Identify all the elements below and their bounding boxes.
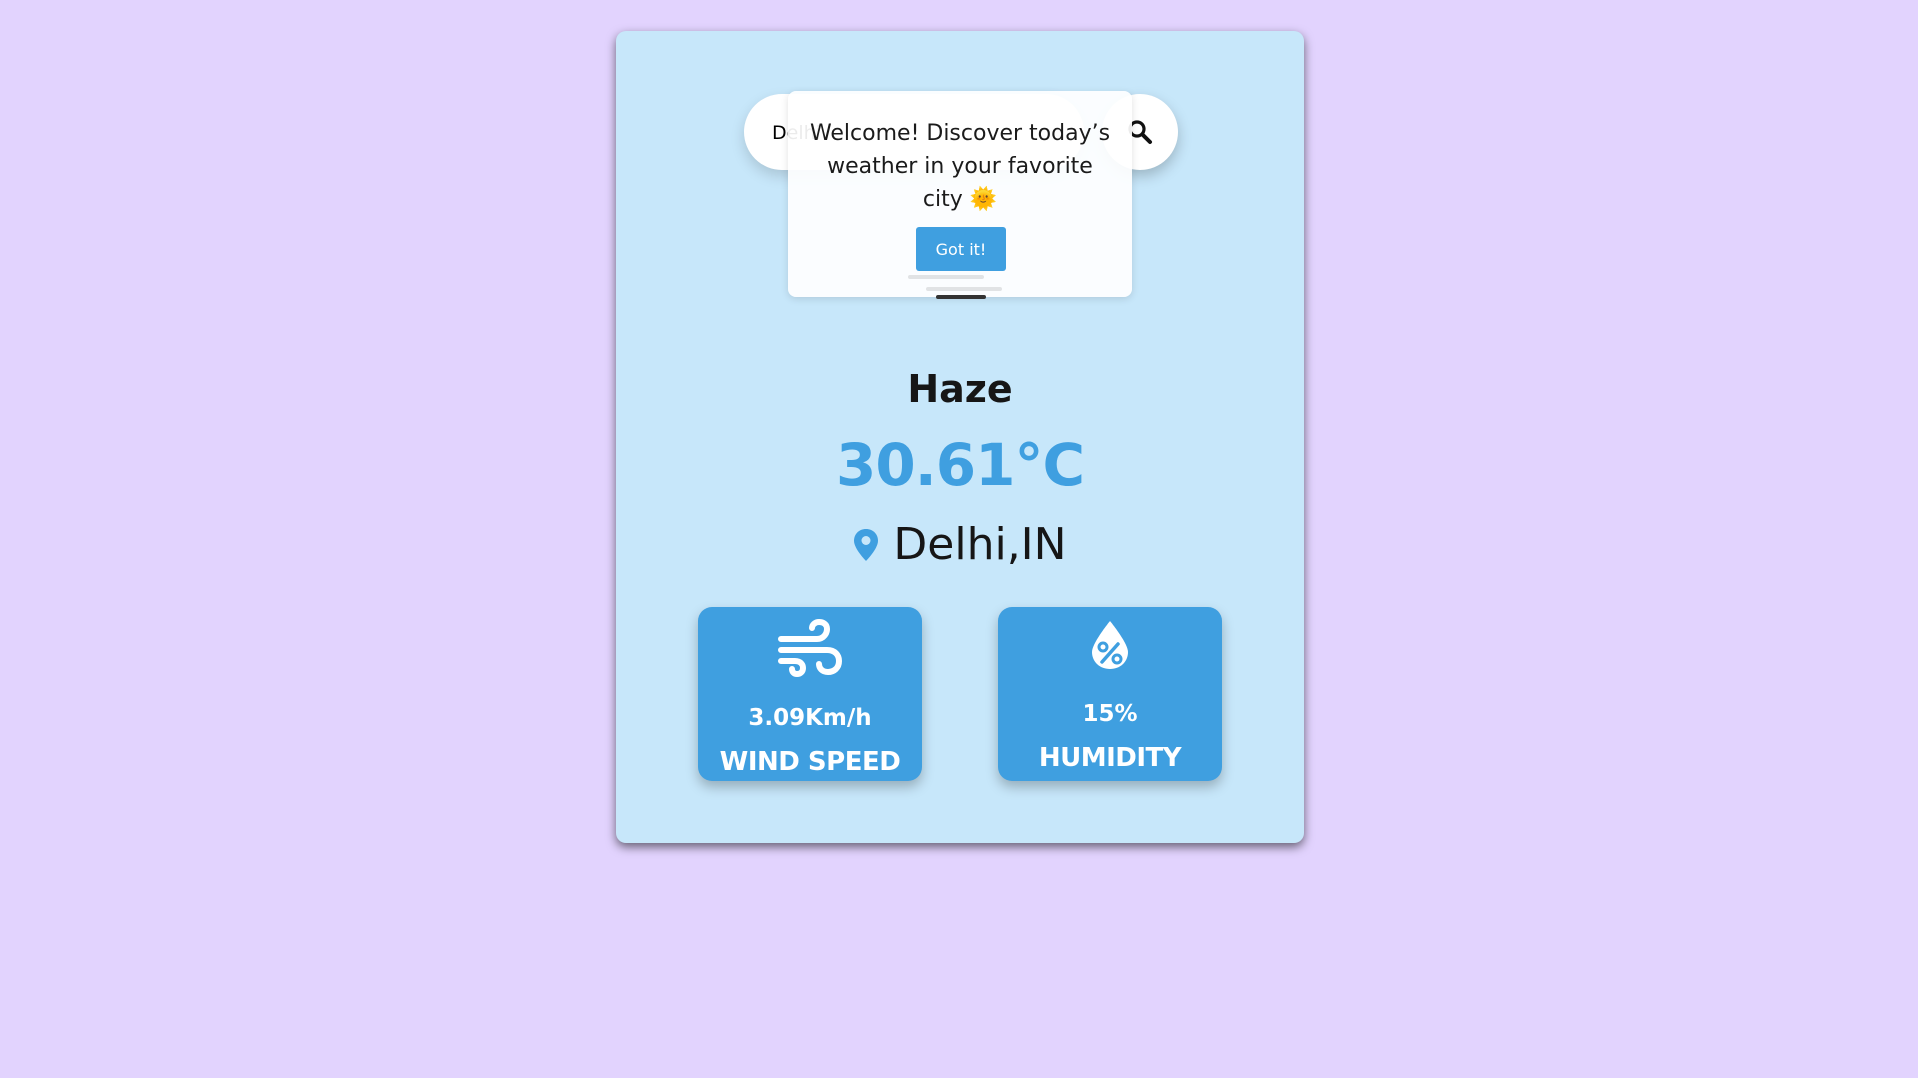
- humidity-value: 15%: [1082, 701, 1138, 727]
- weather-condition: Haze: [907, 367, 1013, 411]
- wind-speed-label: WIND SPEED: [719, 747, 901, 777]
- wind-icon: [778, 619, 843, 677]
- wind-speed-value: 3.09Km/h: [748, 705, 872, 731]
- humidity-drop-icon: [1092, 621, 1128, 669]
- wind-icon-wrap: [698, 619, 922, 677]
- wind-speed-card: 3.09Km/h WIND SPEED: [698, 607, 922, 781]
- location-name: Delhi,IN: [893, 519, 1067, 570]
- welcome-popup: Welcome! Discover today’s weather in you…: [788, 91, 1132, 297]
- divider: [926, 287, 1002, 291]
- humidity-icon-wrap: [998, 619, 1222, 671]
- welcome-message: Welcome! Discover today’s weather in you…: [809, 121, 1111, 212]
- weather-card: Welcome! Discover today’s weather in you…: [616, 31, 1304, 843]
- humidity-label: HUMIDITY: [1038, 743, 1182, 773]
- location: Delhi,IN: [616, 519, 1304, 570]
- humidity-card: 15% HUMIDITY: [998, 607, 1222, 781]
- divider: [936, 295, 986, 299]
- temperature: 30.61°C: [835, 431, 1085, 499]
- map-pin-icon: [854, 528, 879, 561]
- got-it-button[interactable]: Got it!: [916, 227, 1006, 271]
- divider: [908, 275, 984, 279]
